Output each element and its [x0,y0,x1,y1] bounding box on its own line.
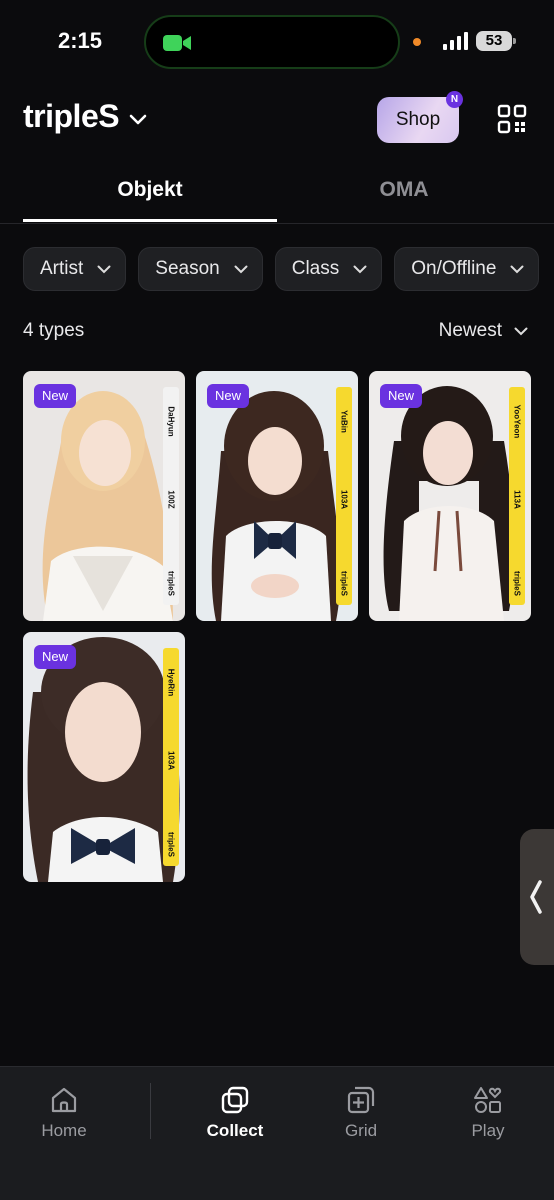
nav-home-label: Home [41,1121,87,1140]
objekt-code: 103A [166,750,176,771]
objekt-group: tripleS [512,571,522,596]
tab-bar: Objekt OMA [0,160,554,224]
filter-class[interactable]: Class [274,247,383,291]
nav-grid[interactable]: Grid [311,1085,411,1141]
shop-label: Shop [395,109,441,130]
new-badge: New [34,645,77,669]
nav-play-label: Play [471,1121,505,1140]
objekt-member: HyeRin [166,668,176,697]
filter-artist-label: Artist [40,258,84,279]
objekt-card[interactable]: HyeRin 103A tripleS New [23,632,185,882]
new-badge: New [34,384,77,408]
chevron-down-icon [234,265,248,273]
objekt-member: YooYeon [512,404,522,439]
video-camera-icon [163,35,191,51]
objekt-info-strip: HyeRin 103A tripleS [163,648,179,866]
filter-season[interactable]: Season [138,247,263,291]
tab-objekt[interactable]: Objekt [23,160,277,222]
objekt-card[interactable]: YuBin 103A tripleS New [196,371,358,621]
qr-scan-icon[interactable] [497,104,527,134]
nav-collect[interactable]: Collect [185,1085,285,1141]
nav-collect-label: Collect [206,1121,264,1140]
chevron-down-icon [97,265,111,273]
artist-selector[interactable]: tripleS [23,98,147,135]
filter-class-label: Class [291,258,340,279]
objekt-group: tripleS [166,571,176,596]
chevron-down-icon [353,265,367,273]
tab-oma[interactable]: OMA [277,160,531,222]
home-icon [51,1087,77,1113]
objekt-info-strip: YooYeon 113A tripleS [509,387,525,605]
cellular-signal-icon [443,32,468,50]
objekt-group: tripleS [166,832,176,857]
objekt-photo [369,371,531,621]
objekt-info-strip: YuBin 103A tripleS [336,387,352,605]
status-time: 2:15 [58,28,103,53]
bottom-navigation: Home Collect Grid Play [0,1066,554,1200]
objekt-info-strip: DaHyun 100Z tripleS [163,387,179,605]
chevron-down-icon [514,327,528,335]
filter-on-offline[interactable]: On/Offline [394,247,540,291]
objekt-photo [196,371,358,621]
objekt-group: tripleS [339,571,349,596]
nav-home[interactable]: Home [14,1085,114,1141]
nav-grid-label: Grid [344,1121,378,1140]
status-bar: 2:15 53 [0,0,554,84]
dynamic-island [144,15,400,69]
objekt-photo [23,632,185,882]
filter-on-offline-label: On/Offline [411,258,497,279]
objekt-member: DaHyun [166,406,176,437]
privacy-indicator-dot [413,38,421,46]
chevron-down-icon [510,265,524,273]
chevron-down-icon [129,114,147,124]
objekt-card[interactable]: YooYeon 113A tripleS New [369,371,531,621]
objekt-card[interactable]: DaHyun 100Z tripleS New [23,371,185,621]
battery-indicator: 53 [476,31,516,51]
objekt-code: 100Z [166,490,176,509]
nav-divider [150,1083,151,1139]
objekt-member: YuBin [339,410,349,433]
shop-button[interactable]: Shop N [377,91,463,143]
objekt-code: 113A [512,490,522,509]
sort-label: Newest [438,320,502,341]
objekt-code: 103A [339,489,349,510]
brand-title: tripleS [23,98,120,134]
chevron-left-icon [530,880,542,914]
sort-dropdown[interactable]: Newest [439,320,528,342]
side-drawer-handle[interactable] [520,829,554,965]
new-badge: New [207,384,250,408]
new-badge: New [380,384,423,408]
grid-icon [347,1086,375,1114]
objekt-type-count: 4 types [23,320,85,341]
play-icon [474,1087,502,1113]
filter-artist[interactable]: Artist [23,247,127,291]
filter-bar: Artist Season Class On/Offline [23,247,540,291]
objekt-photo [23,371,185,621]
shop-new-badge: N [446,91,463,108]
filter-season-label: Season [155,258,220,279]
collect-icon [221,1086,249,1114]
nav-play[interactable]: Play [438,1085,538,1141]
